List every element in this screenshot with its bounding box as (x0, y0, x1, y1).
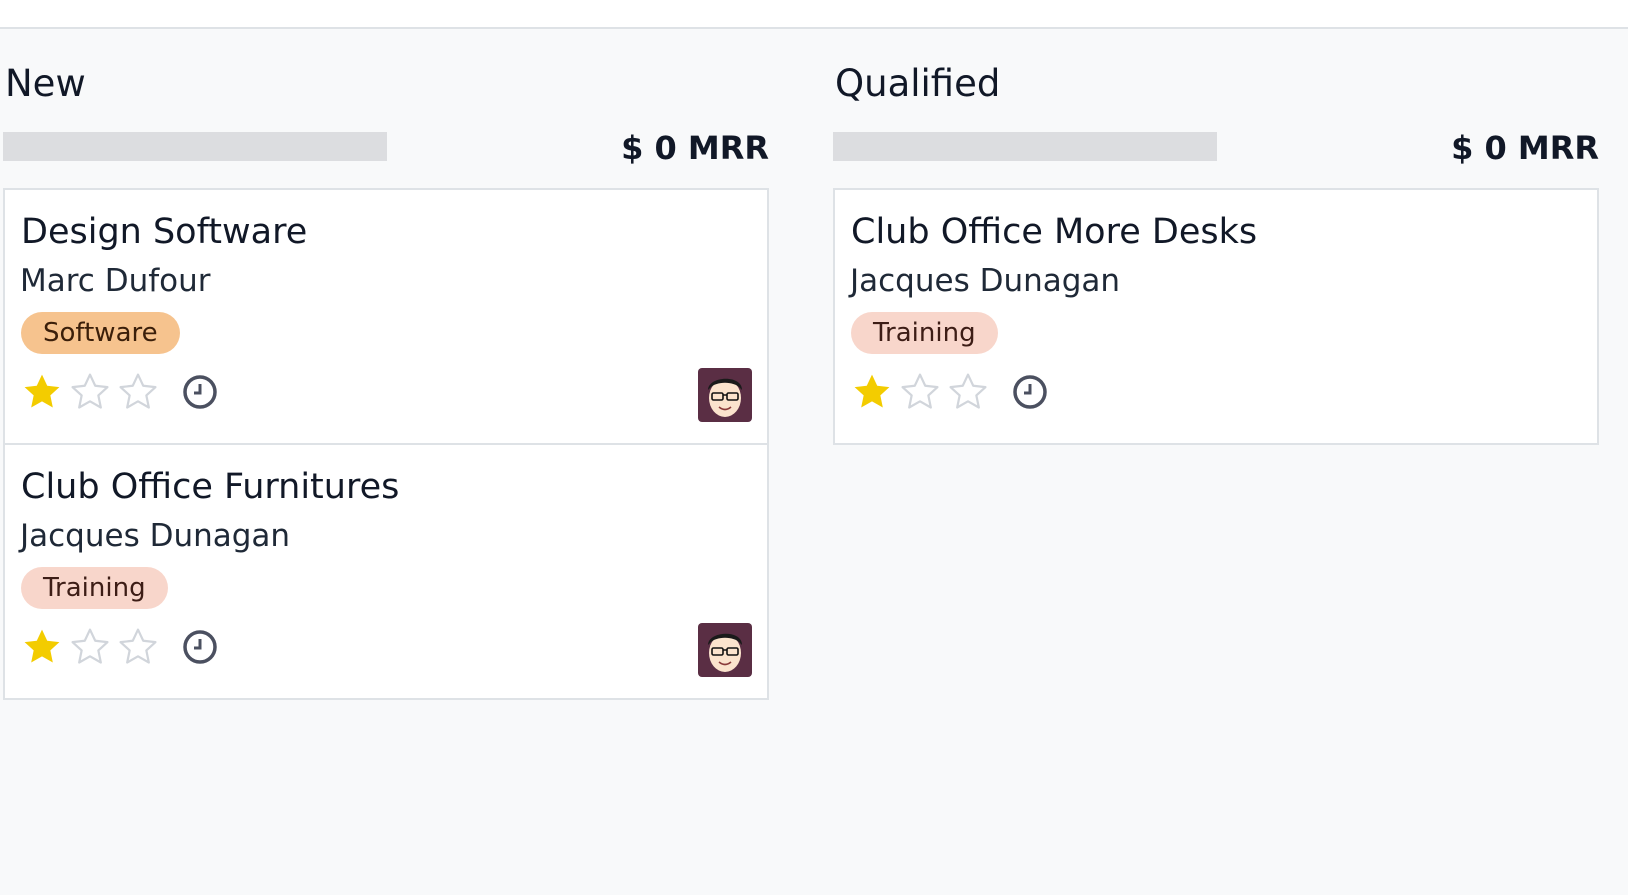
control-panel-bar (0, 0, 1628, 29)
clock-icon[interactable] (181, 628, 219, 666)
card-contact: Jacques Dunagan (850, 263, 1121, 299)
kanban-card[interactable]: Design Software Marc Dufour Software (3, 188, 769, 445)
star-icon[interactable] (20, 625, 64, 669)
priority-stars (850, 370, 994, 414)
star-icon[interactable] (116, 370, 160, 414)
tag-badge: Software (21, 312, 180, 354)
tag-badge: Training (21, 567, 168, 609)
column-mrr-total: $ 0 MRR (621, 129, 769, 167)
clock-icon[interactable] (1011, 373, 1049, 411)
kanban-card[interactable]: Club Office Furnitures Jacques Dunagan T… (3, 443, 769, 700)
kanban-card[interactable]: Club Office More Desks Jacques Dunagan T… (833, 188, 1599, 445)
user-avatar-icon[interactable] (698, 368, 752, 422)
star-icon[interactable] (946, 370, 990, 414)
star-icon[interactable] (116, 625, 160, 669)
column-cards: Club Office More Desks Jacques Dunagan T… (833, 188, 1599, 445)
column-title[interactable]: Qualified (835, 62, 1000, 106)
priority-stars (20, 625, 164, 669)
card-title: Club Office More Desks (851, 212, 1258, 252)
card-title: Design Software (21, 212, 308, 252)
card-contact: Marc Dufour (20, 263, 211, 299)
column-cards: Design Software Marc Dufour Software Clu… (3, 188, 769, 700)
card-contact: Jacques Dunagan (20, 518, 291, 554)
star-icon[interactable] (850, 370, 894, 414)
column-progress-bar[interactable] (833, 132, 1217, 161)
star-icon[interactable] (68, 625, 112, 669)
tag-badge: Training (851, 312, 998, 354)
star-icon[interactable] (68, 370, 112, 414)
column-mrr-total: $ 0 MRR (1451, 129, 1599, 167)
clock-icon[interactable] (181, 373, 219, 411)
star-icon[interactable] (898, 370, 942, 414)
column-title[interactable]: New (5, 62, 86, 106)
star-icon[interactable] (20, 370, 64, 414)
priority-stars (20, 370, 164, 414)
card-title: Club Office Furnitures (21, 467, 400, 507)
user-avatar-icon[interactable] (698, 623, 752, 677)
column-progress-bar[interactable] (3, 132, 387, 161)
